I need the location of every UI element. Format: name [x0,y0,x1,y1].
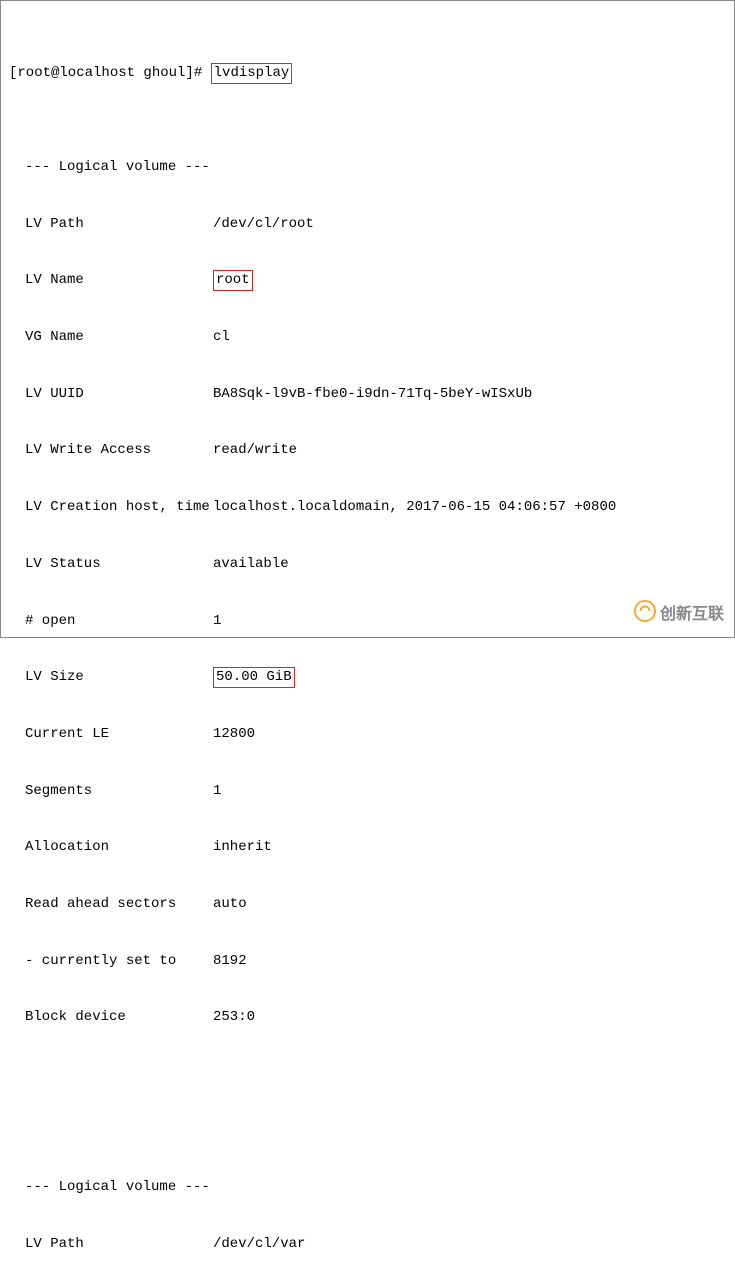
vg-name: VG Namecl [9,328,726,347]
lv-creation: LV Creation host, timelocalhost.localdom… [9,498,726,517]
shell-prompt-line: [root@localhost ghoul]# lvdisplay [9,64,726,83]
watermark: 创新互联 [634,600,724,629]
lv-current-le: Current LE12800 [9,725,726,744]
watermark-text: 创新互联 [660,604,724,626]
lv-segments: Segments1 [9,782,726,801]
lv-readahead: Read ahead sectorsauto [9,895,726,914]
lv-currently-set: - currently set to8192 [9,952,726,971]
lv-uuid: LV UUIDBA8Sqk-l9vB-fbe0-i9dn-71Tq-5beY-w… [9,385,726,404]
lv-allocation: Allocationinherit [9,838,726,857]
lv-section-header: --- Logical volume --- [9,1178,726,1197]
lv-path: LV Path/dev/cl/root [9,215,726,234]
command-typed: lvdisplay [211,63,293,84]
lv-size: LV Size50.00 GiB [9,668,726,687]
lv-status: LV Statusavailable [9,555,726,574]
lv-block-device: Block device253:0 [9,1008,726,1027]
terminal-output[interactable]: [root@localhost ghoul]# lvdisplay --- Lo… [1,1,734,1276]
lv-access: LV Write Accessread/write [9,441,726,460]
lv-section-header: --- Logical volume --- [9,158,726,177]
watermark-logo-icon [634,600,656,629]
lv-open: # open1 [9,612,726,631]
lv-name: LV Nameroot [9,271,726,290]
shell-prompt: [root@localhost ghoul]# [9,64,202,83]
lv-path: LV Path/dev/cl/var [9,1235,726,1254]
